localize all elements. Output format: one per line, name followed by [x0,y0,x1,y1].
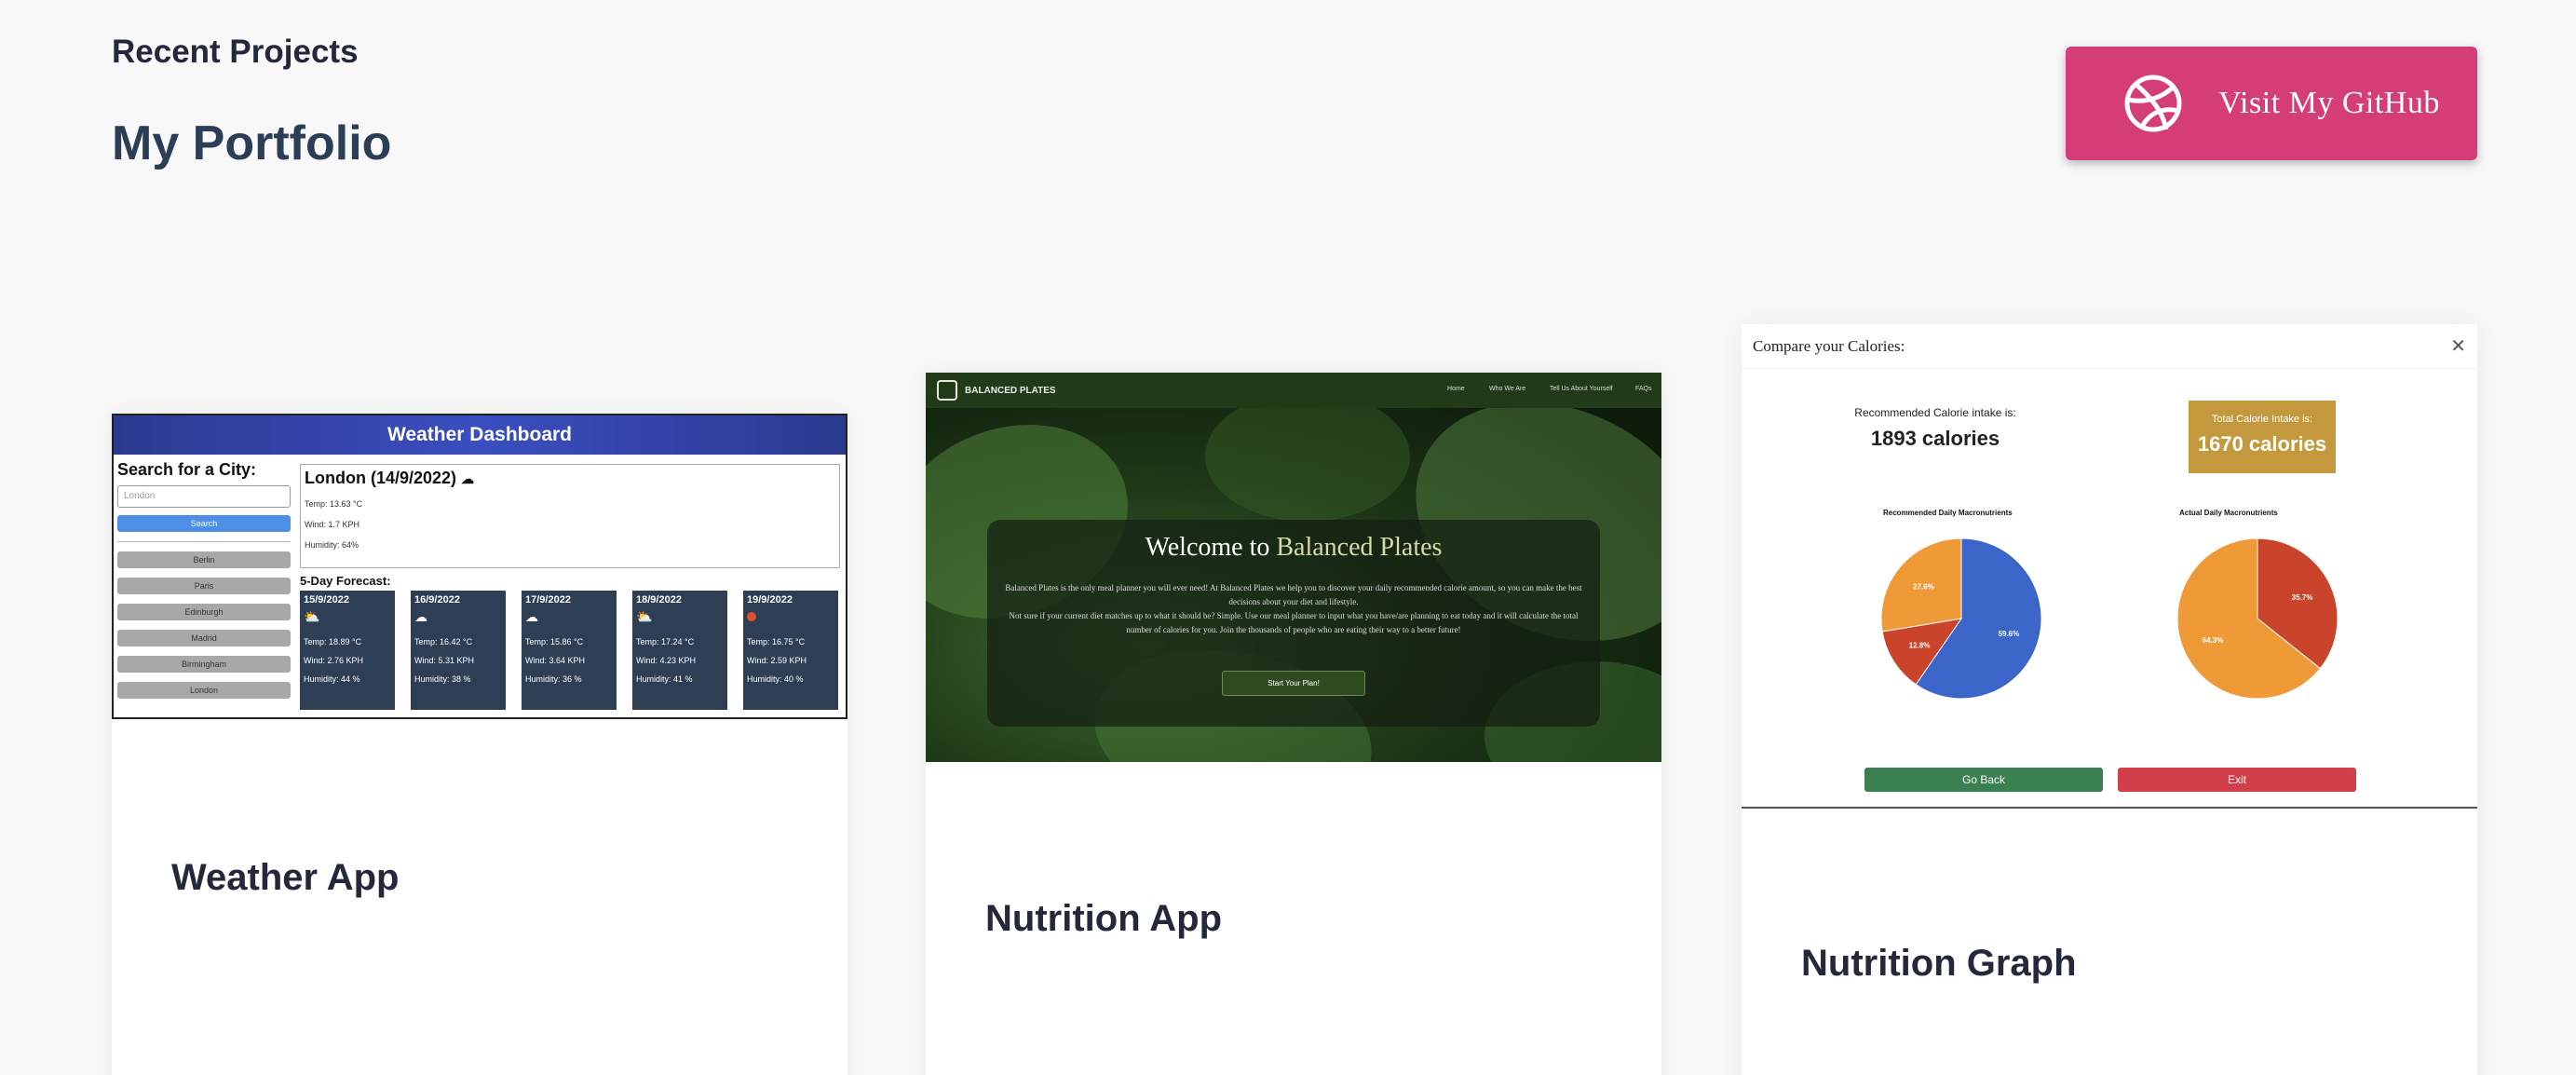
forecast-humidity: Humidity: 36 % [525,674,582,684]
search-button: Search [117,515,291,532]
cloud-sun-icon: ⛅ [636,609,653,624]
forecast-temp: Temp: 17.24 °C [636,637,695,646]
forecast-card: 15/9/2022 ⛅ Temp: 18.89 °C Wind: 2.76 KP… [300,591,395,710]
current-humidity: Humidity: 64% [305,540,359,550]
city-button: Madrid [117,630,291,646]
forecast-date: 16/9/2022 [414,594,460,606]
nutrition-graph-screenshot: Compare your Calories: ✕ Recommended Cal… [1742,324,2477,809]
forecast-card: 18/9/2022 ⛅ Temp: 17.24 °C Wind: 4.23 KP… [632,591,727,710]
cloud-icon: ☁ [414,609,427,624]
recommended-macros-pie: 59.6% 12.8% 27.6% [1880,538,2042,700]
city-search-input: London [117,485,291,508]
forecast-title: 5-Day Forecast: [300,574,391,588]
github-button-label: Visit My GitHub [2218,86,2440,120]
pie-title: Recommended Daily Macronutrients [1883,509,2013,517]
recommended-calories: Recommended Calorie intake is: 1893 calo… [1842,406,2028,451]
cloud-icon: ☁ [525,609,538,624]
current-weather: London (14/9/2022) ☁ Temp: 13.63 °C Wind… [300,464,840,568]
github-button[interactable]: Visit My GitHub [2066,47,2477,160]
modal-title: Compare your Calories: [1753,336,1905,355]
rec-value: 1893 calories [1870,427,2000,450]
search-title: Search for a City: [117,460,257,479]
city-button: Edinburgh [117,604,291,620]
forecast-temp: Temp: 15.86 °C [525,637,584,646]
nav-link: Who We Are [1489,386,1526,392]
total-value: 1670 calories [2197,432,2327,456]
cloud-icon: ☁ [461,471,475,486]
hero-panel: Welcome to Balanced Plates Balanced Plat… [987,520,1600,727]
cloud-sun-icon: ⛅ [304,609,320,624]
current-heading: London (14/9/2022) [305,469,457,487]
forecast-humidity: Humidity: 38 % [414,674,471,684]
forecast-humidity: Humidity: 40 % [747,674,804,684]
forecast-date: 19/9/2022 [747,594,793,606]
nav-link: FAQs [1635,386,1652,392]
city-button: Birmingham [117,656,291,673]
sun-icon [747,609,834,628]
nutrition-navbar: BALANCED PLATES Home Who We Are Tell Us … [926,373,1661,408]
project-title[interactable]: Nutrition App [985,898,1222,940]
total-label: Total Calorie Intake is: [2211,414,2313,425]
city-sidebar: Search for a City: London Search Berlin … [117,460,291,699]
forecast-wind: Wind: 2.76 KPH [304,656,364,665]
pie-slice-label: 64.3% [2203,636,2224,645]
page-title: My Portfolio [112,116,392,170]
forecast-wind: Wind: 5.31 KPH [414,656,475,665]
project-card-nutrition-graph[interactable]: Compare your Calories: ✕ Recommended Cal… [1742,324,2477,1075]
nav-link: Home [1447,386,1465,392]
pie-slice-label: 35.7% [2292,593,2313,602]
project-card-nutrition-app[interactable]: BALANCED PLATES Home Who We Are Tell Us … [926,373,1661,1075]
forecast-humidity: Humidity: 41 % [636,674,693,684]
forecast-card: 19/9/2022 Temp: 16.75 °C Wind: 2.59 KPH … [743,591,838,710]
city-button: Berlin [117,551,291,568]
city-button: Paris [117,578,291,594]
city-button: London [117,682,291,699]
exit-button: Exit [2118,768,2356,792]
weather-title: Weather Dashboard [114,415,846,455]
actual-macros-pie: 35.7% 64.3% [2176,538,2339,700]
forecast-wind: Wind: 4.23 KPH [636,656,697,665]
pie-title: Actual Daily Macronutrients [2179,509,2278,517]
pie-slice-label: 12.8% [1909,642,1931,650]
close-icon: ✕ [2450,336,2466,357]
brand-name: BALANCED PLATES [965,385,1056,396]
hero-text: Balanced Plates is the only meal planner… [1005,583,1582,606]
forecast-temp: Temp: 16.75 °C [747,637,806,646]
rec-label: Recommended Calorie intake is: [1854,406,2016,419]
go-back-button: Go Back [1864,768,2103,792]
forecast-temp: Temp: 16.42 °C [414,637,473,646]
forecast-temp: Temp: 18.89 °C [304,637,362,646]
total-calories: Total Calorie Intake is: 1670 calories [2189,401,2336,473]
forecast-date: 15/9/2022 [304,594,349,606]
project-card-weather[interactable]: Weather Dashboard Search for a City: Lon… [112,414,847,1075]
forecast-wind: Wind: 3.64 KPH [525,656,586,665]
project-title[interactable]: Nutrition Graph [1801,943,2077,985]
nutrition-app-screenshot: BALANCED PLATES Home Who We Are Tell Us … [926,373,1661,762]
hero-text: Not sure if your current diet matches up… [1009,611,1579,634]
recent-projects-label: Recent Projects [112,34,359,70]
forecast-card: 16/9/2022 ☁ Temp: 16.42 °C Wind: 5.31 KP… [411,591,506,710]
hero-heading: Welcome to Balanced Plates [1145,533,1443,562]
forecast-card: 17/9/2022 ☁ Temp: 15.86 °C Wind: 3.64 KP… [522,591,617,710]
project-title[interactable]: Weather App [171,857,399,899]
forecast-wind: Wind: 2.59 KPH [747,656,807,665]
dribbble-icon [2124,75,2182,132]
nav-link: Tell Us About Yourself [1550,386,1613,392]
balanced-plates-logo [937,380,957,401]
forecast-date: 17/9/2022 [525,594,571,606]
current-wind: Wind: 1.7 KPH [305,520,360,529]
pie-slice-label: 59.6% [1999,630,2020,638]
start-plan-button: Start Your Plan! [1222,671,1365,696]
weather-screenshot: Weather Dashboard Search for a City: Lon… [112,414,847,719]
current-temp: Temp: 13.63 °C [305,499,363,509]
forecast-humidity: Humidity: 44 % [304,674,360,684]
pie-slice-label: 27.6% [1913,582,1934,591]
forecast-date: 18/9/2022 [636,594,682,606]
